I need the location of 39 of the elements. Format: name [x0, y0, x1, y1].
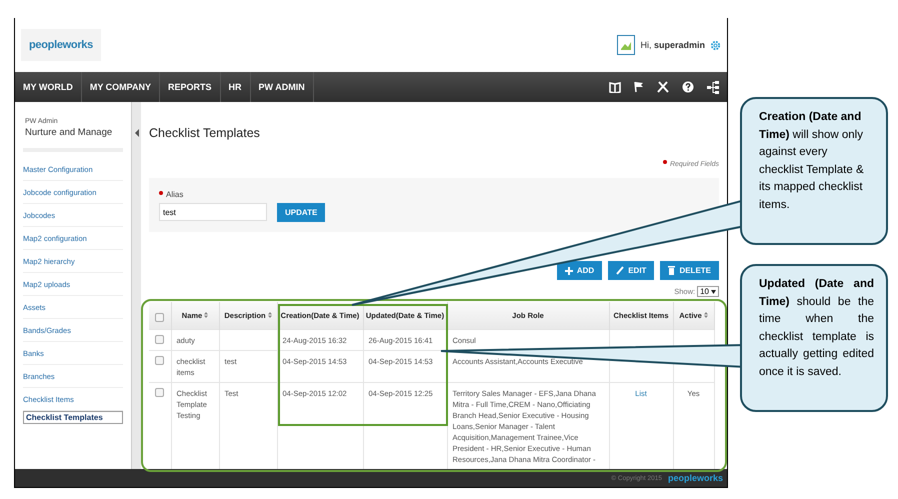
- settings-icon[interactable]: [710, 40, 721, 50]
- pencil-icon: [616, 266, 624, 275]
- callout-note: Creation (Date and Time) will show only against every checklist Template & its mapped checklist items.: [740, 97, 888, 245]
- delete-button[interactable]: DELETE: [660, 261, 719, 280]
- section-title: Nurture and Manage: [25, 127, 114, 138]
- nav-menu-item[interactable]: PW ADMIN: [250, 72, 314, 102]
- sort-icon[interactable]: [204, 312, 208, 318]
- row-checkbox[interactable]: [155, 335, 164, 344]
- page-title: Checklist Templates: [149, 126, 261, 140]
- callout-note: Updated (Date and Time) should be the time when the checklist template is actually getting edited once it is saved.: [740, 264, 888, 412]
- plus-icon: [564, 266, 573, 274]
- user-greeting: Hi, superadmin: [640, 40, 705, 50]
- help-icon[interactable]: [682, 81, 694, 93]
- alias-label: Alias: [166, 190, 184, 199]
- trash-icon: [668, 266, 676, 275]
- nav-menu-item[interactable]: REPORTS: [160, 72, 221, 102]
- hierarchy-icon[interactable]: [707, 80, 719, 94]
- sidebar-link[interactable]: Checklist Templates: [23, 411, 123, 424]
- page-size-dropdown[interactable]: 10: [697, 286, 719, 297]
- required-marker-icon: [159, 191, 163, 195]
- peopleworks-logo: peopleworks: [21, 29, 101, 61]
- row-checkbox[interactable]: [155, 388, 164, 397]
- book-icon[interactable]: [609, 82, 621, 92]
- required-marker-icon: [662, 160, 667, 164]
- edit-button[interactable]: EDIT: [608, 261, 654, 280]
- sort-icon[interactable]: [704, 312, 708, 318]
- flag-icon[interactable]: [634, 81, 644, 93]
- nav-menu-item[interactable]: HR: [220, 72, 251, 102]
- broken-image-icon: [617, 35, 636, 55]
- caret-icon: [711, 290, 716, 294]
- update-button[interactable]: UPDATE: [277, 203, 326, 222]
- alias-input-field[interactable]: test: [159, 203, 267, 221]
- footer-logo: peopleworks: [668, 473, 723, 483]
- row-checkbox[interactable]: [155, 356, 164, 365]
- collapse-arrow-icon[interactable]: [134, 128, 140, 138]
- sort-icon[interactable]: [268, 312, 272, 318]
- add-button[interactable]: ADD: [556, 261, 602, 280]
- select-all-checkbox[interactable]: [155, 312, 164, 322]
- nav-menu-item[interactable]: MY WORLD: [15, 72, 82, 102]
